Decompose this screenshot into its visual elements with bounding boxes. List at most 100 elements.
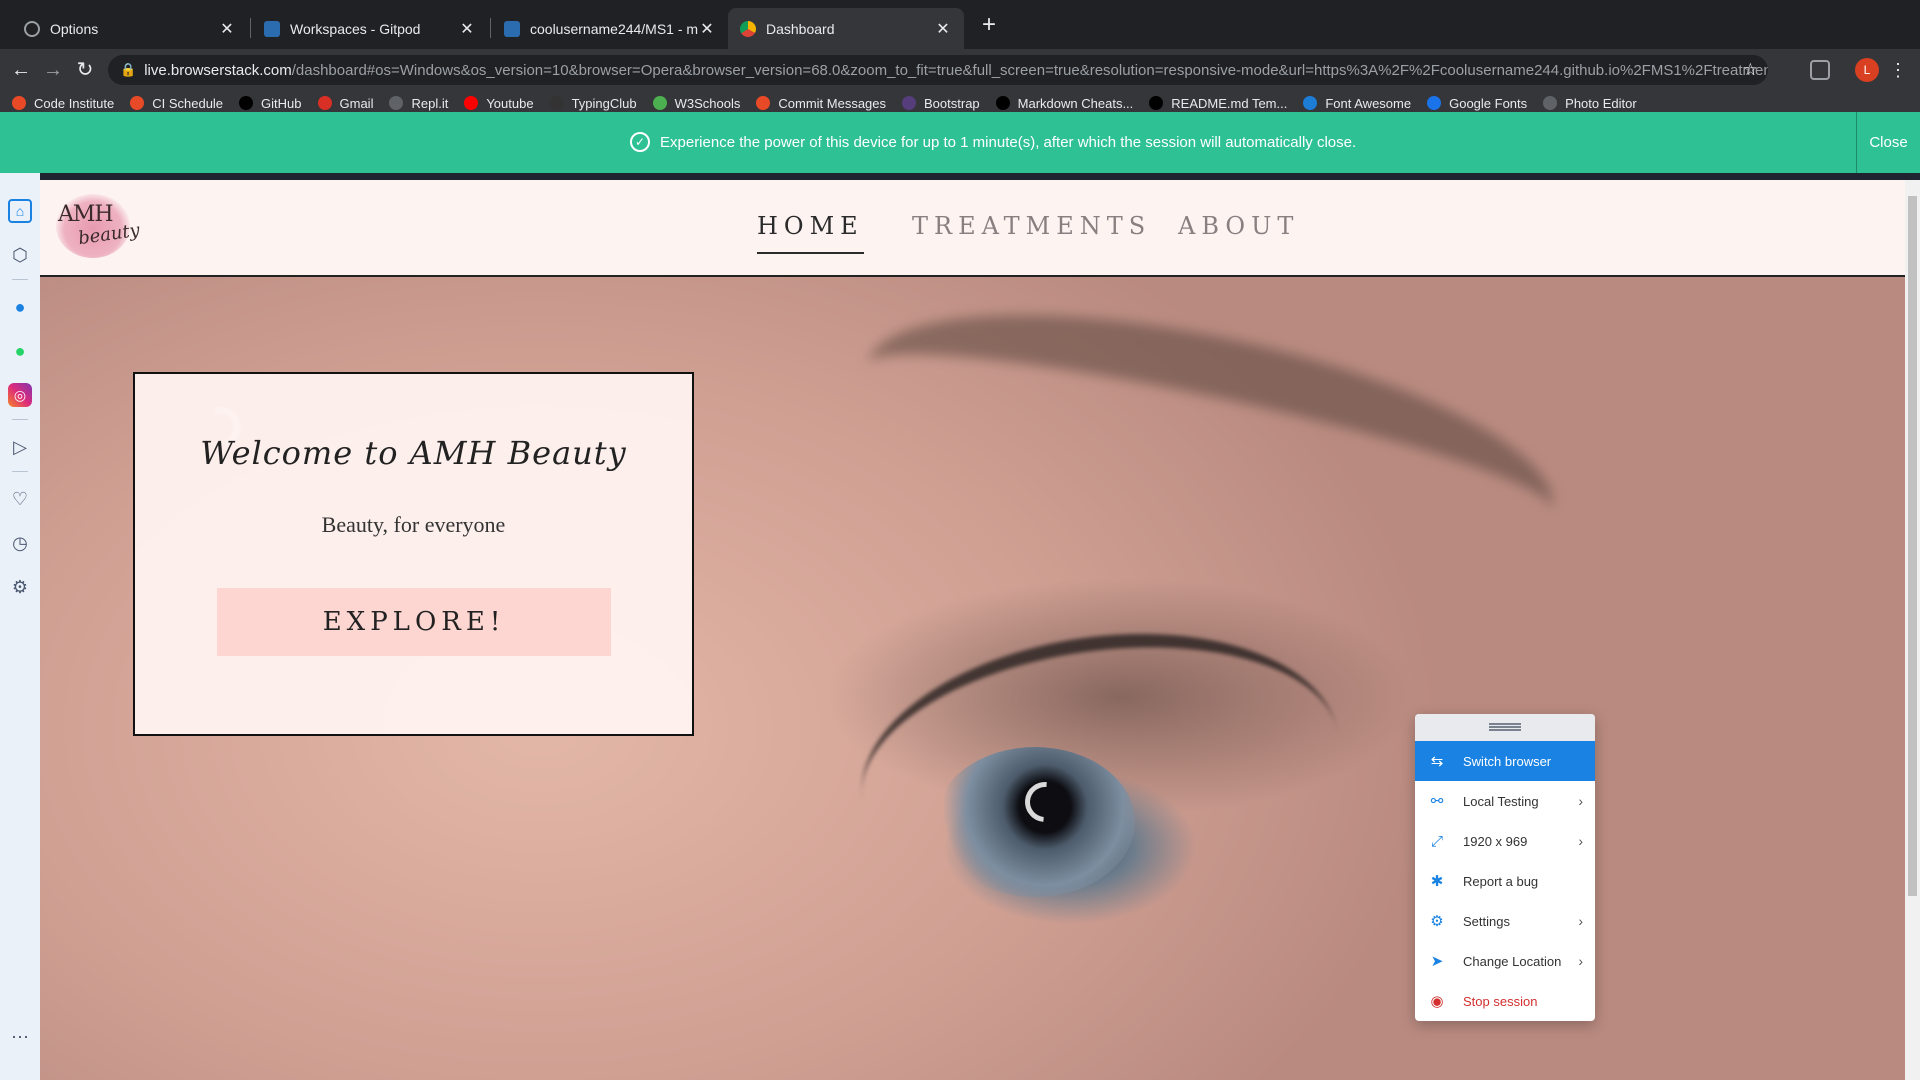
drag-grip-icon: [1489, 723, 1521, 731]
profile-avatar[interactable]: L: [1855, 58, 1879, 82]
address-bar[interactable]: 🔒 live.browserstack.com /dashboard#os=Wi…: [108, 55, 1768, 85]
bookmark-label: W3Schools: [674, 95, 741, 111]
tab-title: Dashboard: [766, 20, 835, 37]
menu-item-label: Stop session: [1463, 993, 1538, 1009]
menu-item-1920-x-969[interactable]: ⤢ 1920 x 969 ›: [1415, 821, 1595, 861]
viewport-scrollbar[interactable]: [1905, 180, 1920, 1080]
nav-treatments[interactable]: TREATMENTS: [912, 212, 1151, 240]
menu-drag-handle[interactable]: [1415, 714, 1595, 741]
welcome-card: Welcome to AMH Beauty Beauty, for everyo…: [133, 372, 694, 736]
tab-title: Options: [50, 20, 99, 37]
tab-separator: [490, 18, 491, 38]
menu-item-list: ⇆ Switch browser ⚯ Local Testing › ⤢ 1920 x 96…: [1415, 741, 1595, 1021]
gear-icon[interactable]: ⚙: [8, 575, 32, 599]
bookmark-label: Repl.it: [411, 95, 449, 111]
menu-item-local-testing[interactable]: ⚯ Local Testing ›: [1415, 781, 1595, 821]
bookmark-label: Font Awesome: [1325, 95, 1412, 111]
amh-beauty-logo[interactable]: AMH beauty: [56, 194, 141, 258]
back-button[interactable]: ←: [6, 55, 36, 85]
close-tab-icon[interactable]: ✕: [698, 19, 716, 39]
bookmark-item[interactable]: Youtube: [464, 95, 534, 111]
bookmark-item[interactable]: GitHub: [239, 96, 302, 111]
menu-item-switch-browser[interactable]: ⇆ Switch browser: [1415, 741, 1595, 781]
menu-item-settings[interactable]: ⚙ Settings ›: [1415, 901, 1595, 941]
bookmark-item[interactable]: Photo Editor: [1543, 96, 1637, 111]
explore-button[interactable]: EXPLORE!: [217, 588, 611, 656]
tab-separator: [250, 18, 251, 38]
bookmark-label: CI Schedule: [152, 95, 224, 111]
gitpod-icon: [504, 20, 520, 37]
gear-icon: ⚙: [1430, 913, 1444, 930]
chevron-right-icon: ›: [1578, 953, 1583, 969]
browser-tab-strip: Options ✕ Workspaces - Gitpod ✕ cooluser…: [0, 0, 1920, 49]
bookmark-item[interactable]: README.md Tem...: [1149, 96, 1287, 111]
welcome-subtitle: Beauty, for everyone: [321, 512, 506, 537]
loading-icon: [24, 20, 40, 37]
bookmark-label: Commit Messages: [778, 95, 887, 111]
heart-icon[interactable]: ♡: [8, 487, 32, 511]
menu-item-label: Change Location: [1463, 953, 1562, 969]
bookmark-label: Gmail: [339, 95, 374, 111]
tab-gitpod-workspaces[interactable]: Workspaces - Gitpod ✕: [252, 8, 488, 49]
whatsapp-icon[interactable]: ●: [8, 339, 32, 363]
bookmark-item[interactable]: CI Schedule: [130, 96, 223, 111]
flow-send-icon[interactable]: ▷: [8, 435, 32, 459]
bookmark-star-icon[interactable]: ☆: [1743, 60, 1758, 80]
bookmark-item[interactable]: Font Awesome: [1303, 96, 1411, 111]
menu-item-label: Switch browser: [1463, 753, 1552, 769]
extension-icon[interactable]: [1810, 60, 1830, 80]
code-institute-icon: [12, 96, 26, 110]
location-arrow-icon: ➤: [1430, 953, 1444, 970]
new-tab-button[interactable]: +: [975, 12, 1003, 40]
bookmark-label: Bootstrap: [924, 95, 980, 111]
home-icon[interactable]: ⌂: [8, 199, 32, 223]
stop-icon: ◉: [1430, 993, 1444, 1010]
welcome-title: Welcome to AMH Beauty: [200, 434, 627, 472]
bookmark-label: Google Fonts: [1449, 95, 1528, 111]
commit-icon: [756, 96, 771, 110]
menu-item-label: Settings: [1463, 913, 1510, 929]
bookmark-item[interactable]: Markdown Cheats...: [995, 96, 1133, 111]
close-tab-icon[interactable]: ✕: [934, 19, 952, 39]
font-awesome-icon: [1303, 96, 1318, 110]
bookmark-item[interactable]: Code Institute: [12, 96, 114, 111]
reload-button[interactable]: ↻: [70, 55, 100, 85]
bookmark-label: Youtube: [486, 95, 534, 111]
photo-editor-icon: [1543, 96, 1558, 110]
code-institute-icon: [130, 96, 145, 110]
bookmark-item[interactable]: Bootstrap: [902, 96, 980, 111]
session-banner: ✓ Experience the power of this device fo…: [0, 112, 1920, 173]
bookmark-item[interactable]: Google Fonts: [1427, 96, 1527, 111]
more-dots-icon[interactable]: ⋯: [8, 1025, 32, 1049]
address-host: live.browserstack.com: [144, 61, 292, 79]
close-tab-icon[interactable]: ✕: [458, 19, 476, 39]
nav-home[interactable]: HOME: [757, 212, 864, 254]
typingclub-icon: [549, 96, 564, 110]
menu-item-change-location[interactable]: ➤ Change Location ›: [1415, 941, 1595, 981]
menu-item-report-a-bug[interactable]: ✱ Report a bug: [1415, 861, 1595, 901]
tab-dashboard[interactable]: Dashboard ✕: [728, 8, 964, 49]
bookmark-item[interactable]: W3Schools: [652, 95, 741, 111]
forward-button[interactable]: →: [38, 55, 68, 85]
nav-about[interactable]: ABOUT: [1178, 212, 1299, 240]
close-tab-icon[interactable]: ✕: [218, 19, 236, 39]
scrollbar-thumb[interactable]: [1908, 196, 1917, 896]
tab-gitpod-ms1[interactable]: coolusername244/MS1 - maste ✕: [492, 8, 728, 49]
bookmark-item[interactable]: TypingClub: [549, 96, 637, 111]
instagram-icon[interactable]: ◎: [8, 383, 32, 407]
w3schools-icon: [652, 96, 667, 110]
bookmark-item[interactable]: Commit Messages: [756, 96, 886, 111]
bookmark-item[interactable]: Repl.it: [389, 96, 448, 111]
tab-options[interactable]: Options ✕: [12, 8, 248, 49]
menu-item-label: Report a bug: [1463, 873, 1539, 889]
menu-item-label: 1920 x 969: [1463, 833, 1528, 849]
history-clock-icon[interactable]: ◷: [8, 531, 32, 555]
cube-icon[interactable]: ⬡: [8, 243, 32, 267]
messenger-icon[interactable]: ●: [8, 295, 32, 319]
browser-menu-icon[interactable]: ⋮: [1888, 58, 1908, 82]
remote-browser-viewport[interactable]: AMH beauty HOME TREATMENTS ABOUT Welcome…: [40, 180, 1905, 1080]
bookmark-item[interactable]: Gmail: [317, 95, 374, 111]
replit-icon: [389, 96, 404, 110]
banner-close-button[interactable]: Close: [1856, 112, 1920, 173]
menu-item-stop-session[interactable]: ◉ Stop session: [1415, 981, 1595, 1021]
